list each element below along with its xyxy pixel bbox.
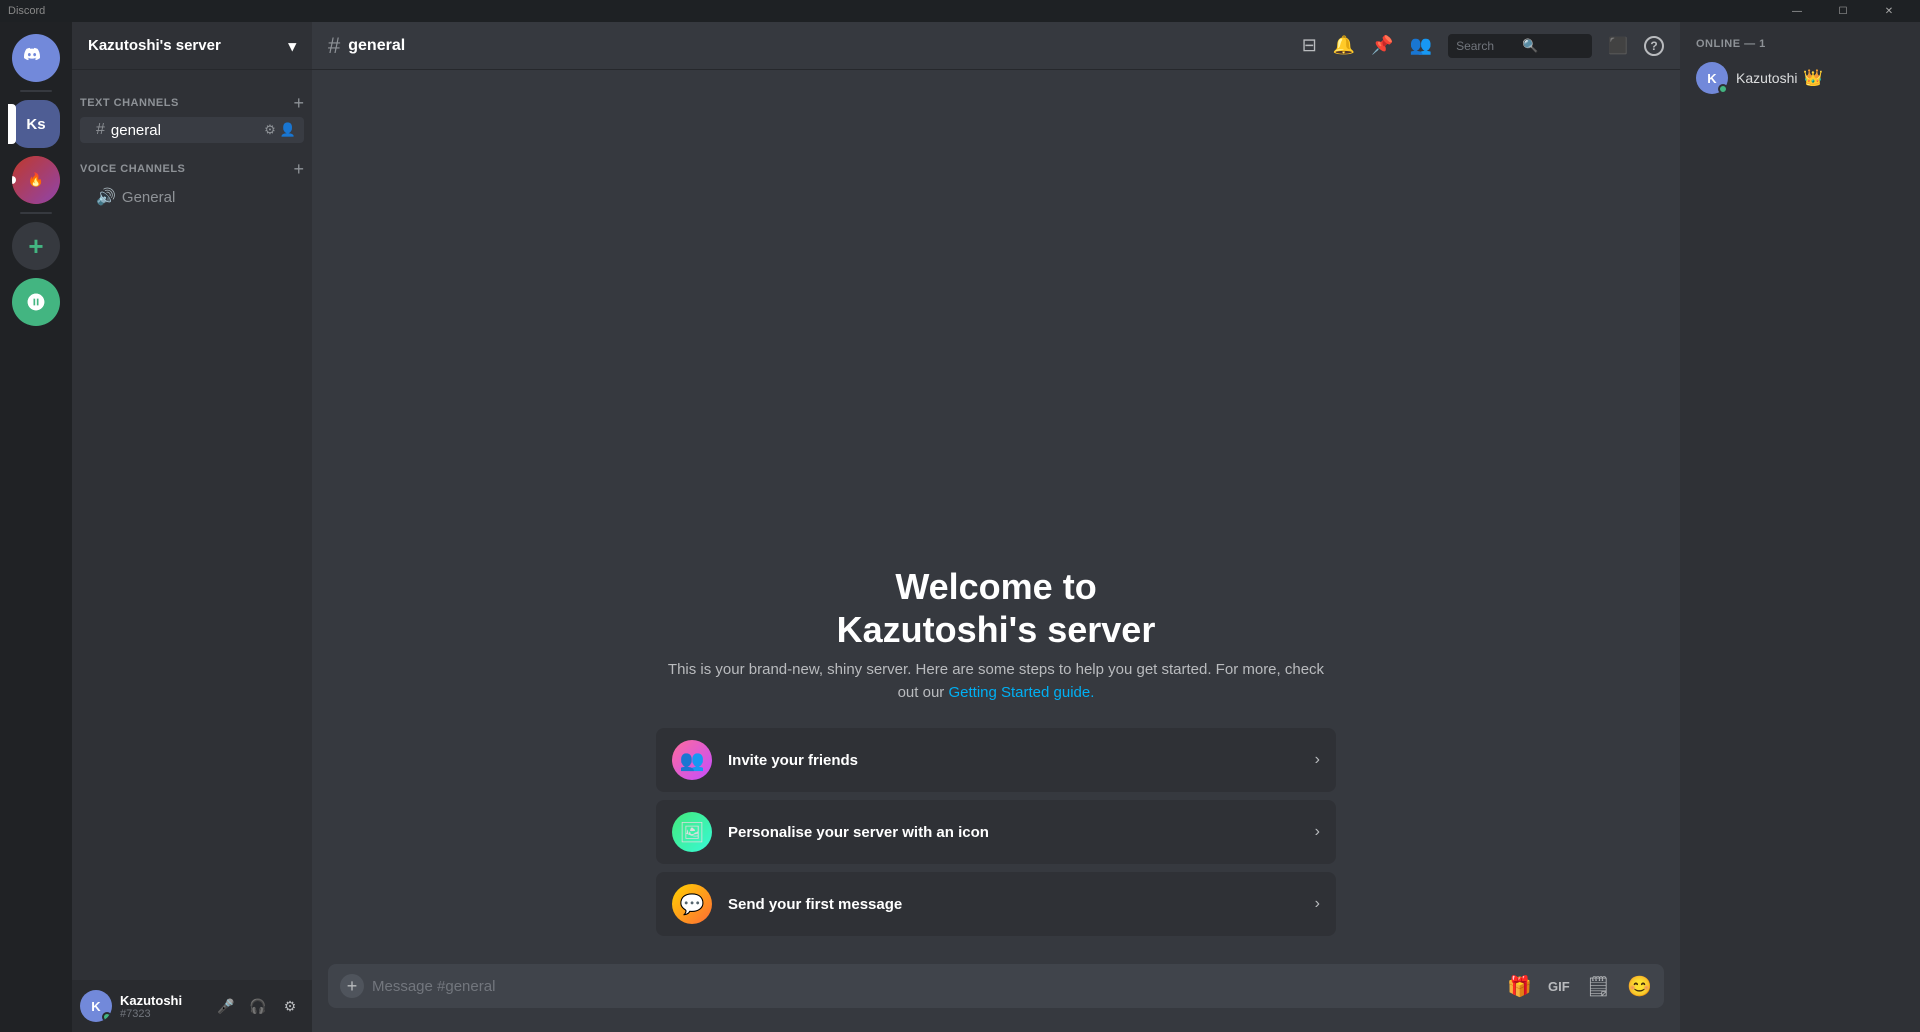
customize-icon: 🖼 [672, 812, 712, 852]
getting-started-link[interactable]: Getting Started guide. [948, 684, 1094, 701]
message-input[interactable] [372, 967, 1499, 1006]
minimize-button[interactable]: — [1774, 0, 1820, 22]
channel-name-general-voice: General [122, 189, 175, 206]
chat-channel-title: # general [328, 33, 405, 59]
customize-label: Personalise your server with an icon [728, 824, 1299, 841]
channel-sidebar: Kazutoshi's server ▾ TEXT CHANNELS + # g… [72, 22, 312, 1032]
member-online-dot [1718, 84, 1728, 94]
server-name: Kazutoshi's server [88, 37, 221, 54]
add-server-button[interactable]: + [12, 222, 60, 270]
chat-messages: Welcome to Kazutoshi's server This is yo… [312, 70, 1680, 964]
notification-icon[interactable]: 🔔 [1333, 35, 1355, 56]
server-header-chevron: ▾ [288, 37, 296, 55]
voice-channels-category[interactable]: VOICE CHANNELS + [72, 144, 312, 182]
user-online-indicator [102, 1012, 112, 1022]
main-content: # general ⊟ 🔔 📌 👥 Search 🔍 ⬛ ? Welco [312, 22, 1680, 1032]
channel-hash-icon: # [328, 33, 340, 59]
server-separator [20, 90, 52, 92]
server-red-button[interactable]: 🔥 [12, 156, 60, 204]
welcome-subtitle: This is your brand-new, shiny server. He… [656, 659, 1336, 704]
invite-label: Invite your friends [728, 752, 1299, 769]
text-channels-label: TEXT CHANNELS [80, 97, 179, 109]
user-avatar: K [80, 990, 112, 1022]
channel-item-general-voice[interactable]: 🔊 General [80, 183, 304, 211]
member-avatar-kazutoshi: K [1696, 62, 1728, 94]
pin-icon[interactable]: 📌 [1371, 35, 1393, 56]
member-list: ONLINE — 1 K Kazutoshi 👑 [1680, 22, 1920, 1032]
text-channels-category[interactable]: TEXT CHANNELS + [72, 78, 312, 116]
maximize-button[interactable]: ☐ [1820, 0, 1866, 22]
message-input-box: + 🎁 GIF 🗒 😊 [328, 964, 1664, 1008]
voice-channels-label: VOICE CHANNELS [80, 163, 185, 175]
message-input-area: + 🎁 GIF 🗒 😊 [312, 964, 1680, 1032]
explore-server-button[interactable] [12, 278, 60, 326]
add-voice-channel-button[interactable]: + [293, 160, 304, 178]
titlebar: Discord — ☐ ✕ [0, 0, 1920, 22]
discord-home-button[interactable] [12, 34, 60, 82]
emoji-icon[interactable]: 😊 [1627, 974, 1652, 999]
channel-name-general: general [111, 122, 161, 139]
user-name: Kazutoshi [120, 993, 204, 1008]
deafen-button[interactable]: 🎧 [244, 992, 272, 1020]
chat-channel-name: general [348, 37, 405, 55]
help-icon[interactable]: ? [1644, 36, 1664, 56]
search-icon: 🔍 [1522, 38, 1584, 54]
sticker-icon[interactable]: 🗒 [1586, 974, 1611, 999]
user-controls: 🎤 🎧 ⚙ [212, 992, 304, 1020]
mute-button[interactable]: 🎤 [212, 992, 240, 1020]
channel-item-general[interactable]: # general ⚙ 👤 [80, 117, 304, 143]
online-section-header: ONLINE — 1 [1688, 38, 1912, 50]
close-button[interactable]: ✕ [1866, 0, 1912, 22]
attach-button[interactable]: + [340, 974, 364, 998]
server-active-indicator [8, 104, 16, 144]
customize-server-action[interactable]: 🖼 Personalise your server with an icon › [656, 800, 1336, 864]
titlebar-left: Discord [8, 5, 45, 17]
invite-chevron: › [1315, 751, 1320, 769]
server-header[interactable]: Kazutoshi's server ▾ [72, 22, 312, 70]
member-name-kazutoshi: Kazutoshi 👑 [1736, 68, 1823, 88]
server-separator-2 [20, 212, 52, 214]
search-bar[interactable]: Search 🔍 [1448, 34, 1592, 58]
header-tools: ⊟ 🔔 📌 👥 Search 🔍 ⬛ ? [1302, 34, 1664, 58]
message-input-tools: 🎁 GIF 🗒 😊 [1507, 974, 1652, 999]
channel-settings-icon[interactable]: ⚙ [264, 122, 276, 138]
channel-list: TEXT CHANNELS + # general ⚙ 👤 VOICE CHAN… [72, 70, 312, 980]
user-tag: #7323 [120, 1008, 204, 1020]
threads-icon[interactable]: ⊟ [1302, 35, 1317, 56]
welcome-title: Welcome to Kazutoshi's server [656, 565, 1336, 651]
customize-chevron: › [1315, 823, 1320, 841]
app: Ks 🔥 + Kazutoshi's server ▾ TEXT CHANNEL… [0, 22, 1920, 1032]
member-item-kazutoshi[interactable]: K Kazutoshi 👑 [1688, 58, 1912, 98]
welcome-content: Welcome to Kazutoshi's server This is yo… [656, 565, 1336, 944]
inbox-icon[interactable]: ⬛ [1608, 36, 1628, 56]
message-icon: 💬 [672, 884, 712, 924]
user-panel: K Kazutoshi #7323 🎤 🎧 ⚙ [72, 980, 312, 1032]
search-placeholder: Search [1456, 39, 1518, 53]
add-text-channel-button[interactable]: + [293, 94, 304, 112]
server-list: Ks 🔥 + [0, 22, 72, 1032]
member-badge-kazutoshi: 👑 [1803, 70, 1823, 87]
text-channel-icon: # [96, 121, 105, 139]
gif-button[interactable]: GIF [1548, 979, 1570, 994]
chat-header: # general ⊟ 🔔 📌 👥 Search 🔍 ⬛ ? [312, 22, 1680, 70]
members-icon[interactable]: 👥 [1410, 35, 1432, 56]
voice-channel-icon: 🔊 [96, 187, 116, 207]
channel-invite-icon[interactable]: 👤 [280, 122, 296, 138]
invite-friends-action[interactable]: 👥 Invite your friends › [656, 728, 1336, 792]
gift-icon[interactable]: 🎁 [1507, 974, 1532, 999]
server-ks-button[interactable]: Ks [12, 100, 60, 148]
channel-actions: ⚙ 👤 [264, 122, 296, 138]
titlebar-controls: — ☐ ✕ [1774, 0, 1912, 22]
invite-icon: 👥 [672, 740, 712, 780]
titlebar-app-name: Discord [8, 5, 45, 17]
user-settings-button[interactable]: ⚙ [276, 992, 304, 1020]
message-label: Send your first message [728, 896, 1299, 913]
user-info: Kazutoshi #7323 [120, 993, 204, 1020]
send-message-action[interactable]: 💬 Send your first message › [656, 872, 1336, 936]
message-chevron: › [1315, 895, 1320, 913]
